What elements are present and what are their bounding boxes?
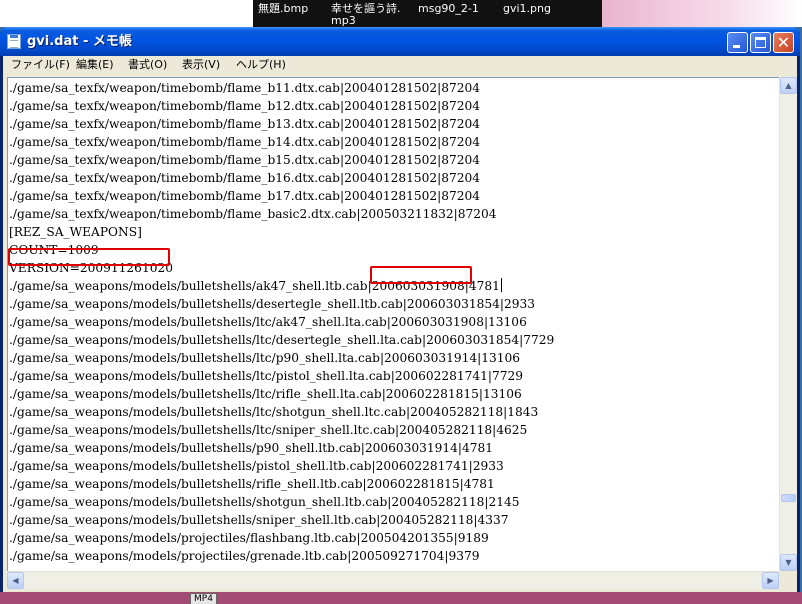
menu-format[interactable]: 書式(O) [128,58,167,72]
menu-bar: ファイル(F) 編集(E) 書式(O) 表示(V) ヘルプ(H) [3,56,797,74]
text-line: ./game/sa_texfx/weapon/timebomb/flame_b1… [9,187,554,205]
window-title: gvi.dat - メモ帳 [27,34,132,49]
desktop-bottom-strip: MP4 [0,592,802,604]
text-line: ./game/sa_texfx/weapon/timebomb/flame_b1… [9,133,554,151]
text-line: ./game/sa_weapons/models/bulletshells/ri… [9,475,554,493]
text-line: ./game/sa_weapons/models/projectiles/gre… [9,547,554,565]
minimize-icon [733,45,740,48]
line-text: ./game/sa_texfx/weapon/timebomb/flame_b1… [9,189,480,203]
line-text: ./game/sa_weapons/models/projectiles/gre… [9,549,480,563]
text-line: ./game/sa_weapons/models/bulletshells/ak… [9,277,554,295]
line-text: ./game/sa_texfx/weapon/timebomb/flame_b1… [9,135,480,149]
text-editor[interactable]: ./game/sa_texfx/weapon/timebomb/flame_b1… [7,77,780,572]
line-text: ./game/sa_weapons/models/bulletshells/lt… [9,315,527,329]
notepad-icon[interactable] [7,34,21,49]
desktop-file-msg[interactable]: msg90_2-1 [418,3,479,14]
vertical-scrollbar[interactable]: ▲ ▼ [779,77,797,571]
arrow-right-icon: ▶ [767,576,774,585]
line-text: ./game/sa_texfx/weapon/timebomb/flame_b1… [9,117,480,131]
close-icon: ✕ [776,33,791,52]
text-line: ./game/sa_weapons/models/projectiles/fla… [9,529,554,547]
line-text: ./game/sa_weapons/models/bulletshells/lt… [9,333,555,347]
text-line: ./game/sa_weapons/models/bulletshells/p9… [9,439,554,457]
line-text: ./game/sa_weapons/models/bulletshells/ri… [9,477,495,491]
line-text: ./game/sa_weapons/models/bulletshells/p9… [9,441,494,455]
line-text: ./game/sa_texfx/weapon/timebomb/flame_b1… [9,99,480,113]
text-line: ./game/sa_texfx/weapon/timebomb/flame_b1… [9,169,554,187]
minimize-button[interactable] [727,32,748,53]
scroll-up-button[interactable]: ▲ [780,77,797,94]
text-line: ./game/sa_texfx/weapon/timebomb/flame_b1… [9,79,554,97]
arrow-left-icon: ◀ [12,576,19,585]
close-button[interactable]: ✕ [773,32,794,53]
editor-frame: ./game/sa_texfx/weapon/timebomb/flame_b1… [3,74,797,592]
text-line: ./game/sa_weapons/models/bulletshells/lt… [9,385,554,403]
text-line: ./game/sa_weapons/models/bulletshells/lt… [9,367,554,385]
text-line: ./game/sa_weapons/models/bulletshells/pi… [9,457,554,475]
desktop-file-bmp[interactable]: 無題.bmp [258,3,308,14]
menu-edit[interactable]: 編集(E) [76,58,114,72]
maximize-icon [755,37,766,48]
desktop-file-mp3-label: 幸せを謳う詩.mp3 [331,2,401,27]
menu-help[interactable]: ヘルプ(H) [236,58,286,72]
date-highlight [370,266,472,284]
line-text: ./game/sa_weapons/models/bulletshells/lt… [9,387,522,401]
maximize-button[interactable] [750,32,771,53]
text-lines: ./game/sa_texfx/weapon/timebomb/flame_b1… [9,79,554,565]
line-text: ./game/sa_weapons/models/bulletshells/lt… [9,423,528,437]
arrow-up-icon: ▲ [785,81,792,90]
menu-view[interactable]: 表示(V) [182,58,220,72]
scroll-left-button[interactable]: ◀ [7,572,24,589]
text-line: ./game/sa_weapons/models/bulletshells/lt… [9,331,554,349]
text-caret [500,278,502,292]
menu-file[interactable]: ファイル(F) [11,58,70,72]
text-line: ./game/sa_weapons/models/bulletshells/sn… [9,511,554,529]
line-text: ./game/sa_texfx/weapon/timebomb/flame_b1… [9,81,480,95]
line-text: ./game/sa_weapons/models/bulletshells/sn… [9,513,509,527]
notepad-window: gvi.dat - メモ帳 ✕ ファイル(F) 編集(E) 書式(O) 表示(V… [0,27,800,592]
text-line: ./game/sa_texfx/weapon/timebomb/flame_ba… [9,205,554,223]
line-text: ./game/sa_weapons/models/bulletshells/de… [9,297,536,311]
title-bar[interactable]: gvi.dat - メモ帳 ✕ [0,27,800,56]
line-text: ./game/sa_texfx/weapon/timebomb/flame_b1… [9,153,480,167]
line-text: ./game/sa_weapons/models/bulletshells/lt… [9,351,520,365]
text-line: ./game/sa_texfx/weapon/timebomb/flame_b1… [9,97,554,115]
text-line: ./game/sa_weapons/models/bulletshells/sh… [9,493,554,511]
vertical-scroll-thumb[interactable] [781,494,796,502]
line-text: ./game/sa_weapons/models/bulletshells/sh… [9,495,520,509]
line-text: ./game/sa_weapons/models/projectiles/fla… [9,531,489,545]
line-text: ./game/sa_weapons/models/bulletshells/pi… [9,459,504,473]
desktop-file-png[interactable]: gvi1.png [503,3,551,14]
text-line: ./game/sa_weapons/models/bulletshells/lt… [9,313,554,331]
scroll-right-button[interactable]: ▶ [762,572,779,589]
text-line: ./game/sa_weapons/models/bulletshells/de… [9,295,554,313]
text-line: ./game/sa_texfx/weapon/timebomb/flame_b1… [9,115,554,133]
version-highlight [8,248,170,266]
resize-grip[interactable] [779,571,796,588]
line-text: ./game/sa_weapons/models/bulletshells/lt… [9,405,539,419]
desktop-file-mp3[interactable]: 幸せを謳う詩.mp3 [331,3,401,27]
line-text: ./game/sa_texfx/weapon/timebomb/flame_ba… [9,207,497,221]
desktop-area: 無題.bmp 幸せを謳う詩.mp3 msg90_2-1 gvi1.png [0,0,802,27]
desktop-wallpaper-pink [602,0,802,27]
line-text: [REZ_SA_WEAPONS] [9,225,142,239]
line-text: ./game/sa_weapons/models/bulletshells/lt… [9,369,523,383]
scroll-down-button[interactable]: ▼ [780,554,797,571]
line-text: ./game/sa_texfx/weapon/timebomb/flame_b1… [9,171,480,185]
text-line: [REZ_SA_WEAPONS] [9,223,554,241]
text-line: ./game/sa_weapons/models/bulletshells/lt… [9,403,554,421]
text-line: ./game/sa_weapons/models/bulletshells/lt… [9,421,554,439]
text-line: ./game/sa_weapons/models/bulletshells/lt… [9,349,554,367]
text-line: ./game/sa_texfx/weapon/timebomb/flame_b1… [9,151,554,169]
arrow-down-icon: ▼ [785,558,792,567]
horizontal-scrollbar[interactable]: ◀ ▶ [7,571,779,589]
taskbar-mp4-item[interactable]: MP4 [190,593,217,604]
